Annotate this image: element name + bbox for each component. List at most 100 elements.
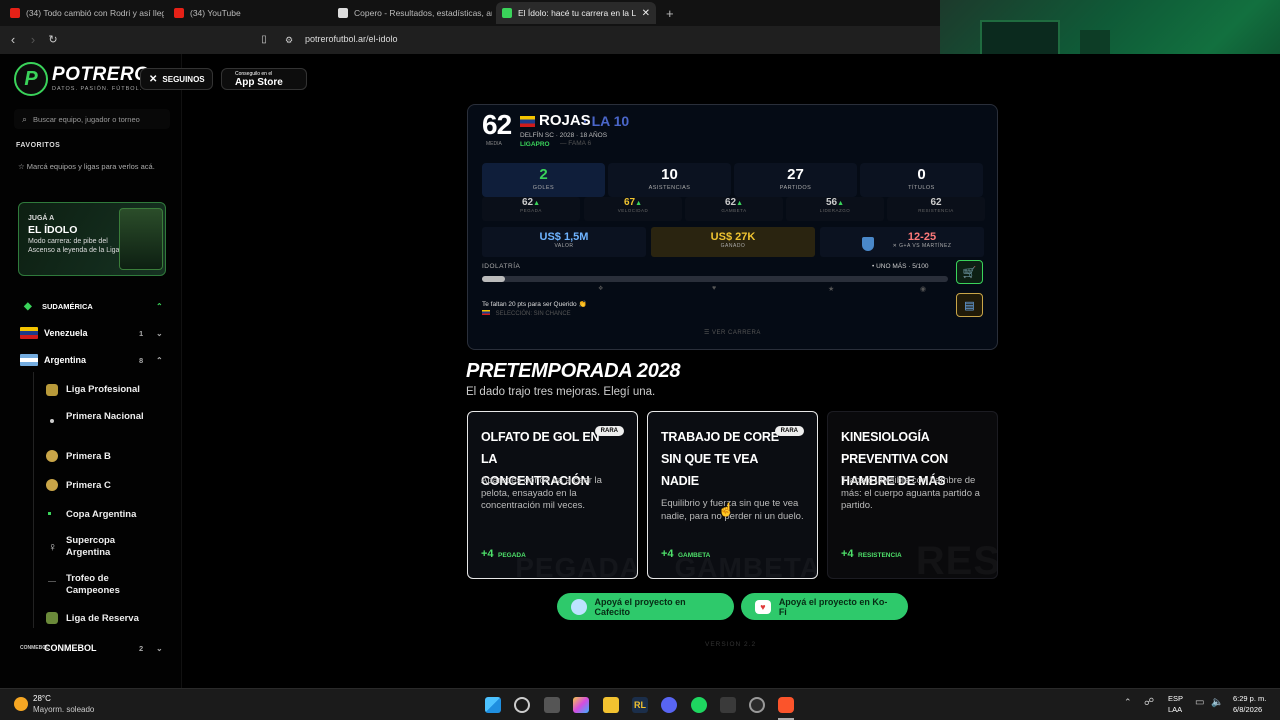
browser-tab-1[interactable]: (34) Todo cambió con Rodri y así lleg xyxy=(4,2,164,24)
shop-cart-button[interactable]: 🛒 xyxy=(956,260,983,284)
earned-amount: US$ 27K xyxy=(710,231,756,243)
store-icon[interactable] xyxy=(720,697,736,713)
milestone-4-icon: ◉ xyxy=(920,286,927,293)
arrow-up-icon: ▲ xyxy=(533,200,541,207)
option-desc: Trabajo invisible con hambre de más: el … xyxy=(841,475,980,511)
mouse-cursor-icon: ☝ xyxy=(718,502,735,517)
windows-start-icon[interactable] xyxy=(485,697,501,713)
file-explorer-icon[interactable] xyxy=(603,697,619,713)
promo-line2: EL ÍDOLO xyxy=(28,224,78,236)
bonus-value: +4 xyxy=(661,548,674,560)
browser-tab-3[interactable]: Copero - Resultados, estadísticas, an xyxy=(332,2,492,24)
region-conmebol[interactable]: CONMEBOL CONMEBOL 2 ⌄ xyxy=(0,637,182,659)
upgrade-option-2[interactable]: TRABAJO DE CORE SIN QUE TE VEA NADIE RAR… xyxy=(647,411,818,579)
search-input[interactable]: ⌕ Buscar equipo, jugador o torneo xyxy=(14,109,170,129)
back-icon[interactable]: ‹ xyxy=(5,32,21,48)
browser-tab-2[interactable]: (34) YouTube xyxy=(168,2,328,24)
chevron-up-icon: ⌃ xyxy=(156,301,163,311)
view-career-link[interactable]: ☰ VER CARRERA xyxy=(704,329,761,336)
copero-icon xyxy=(338,8,348,18)
weather-desc: Mayorm. soleado xyxy=(33,705,95,714)
version-label: VERSION 2.2 xyxy=(705,641,757,648)
country-count: 1 xyxy=(139,328,144,338)
app-store-button[interactable]: Conseguilo en el App Store xyxy=(221,68,307,90)
arrow-up-icon: ▲ xyxy=(736,200,744,207)
clock-time[interactable]: 6:29 p. m. xyxy=(1233,694,1266,703)
value-label: VALOR xyxy=(554,243,574,249)
country-venezuela[interactable]: Venezuela 1 ⌄ xyxy=(0,322,182,344)
country-argentina[interactable]: Argentina 8 ⌃ xyxy=(0,349,182,371)
league-shield-icon xyxy=(46,479,58,491)
stat-value: 27 xyxy=(787,166,804,183)
promo-line3: Modo carrera: de pibe del Ascenso a leye… xyxy=(28,238,120,254)
logo-text[interactable]: POTRERO xyxy=(52,64,149,86)
kofi-icon: ♥ xyxy=(755,599,771,614)
goal-note: Te faltan 20 pts para ser Querido 👏 xyxy=(482,301,587,308)
upgrade-option-1[interactable]: OLFATO DE GOL EN LA CONCENTRACIÓN RARA A… xyxy=(467,411,638,579)
idolo-promo-card[interactable]: JUGÁ A EL ÍDOLO Modo carrera: de pibe de… xyxy=(18,202,166,276)
attr-label: PEGADA xyxy=(520,208,542,213)
discord-icon[interactable] xyxy=(661,697,677,713)
cafecito-label: Apoyá el proyecto en Cafecito xyxy=(594,596,686,617)
steam-icon[interactable] xyxy=(749,697,765,713)
potrero-logo-icon[interactable]: P xyxy=(14,62,48,96)
country-name: Venezuela xyxy=(44,328,88,338)
chevron-up-icon[interactable]: ⌃ xyxy=(1124,697,1132,708)
player-earned-box: US$ 27K GANADO xyxy=(651,227,815,257)
argentina-flag-icon xyxy=(20,354,38,366)
copilot-icon[interactable] xyxy=(573,697,589,713)
region-sudamerica[interactable]: ◆ SUDAMÉRICA ⌃ xyxy=(0,295,182,317)
stat-label: GOLES xyxy=(532,185,555,191)
preseason-subtitle: El dado trajo tres mejoras. Elegí una. xyxy=(466,386,656,398)
stat-label: PARTIDOS xyxy=(779,185,812,191)
site-info-icon[interactable]: ⚙ xyxy=(281,32,297,48)
brave-browser-icon[interactable] xyxy=(778,697,794,713)
idolatria-progress-track xyxy=(482,276,948,282)
follow-button[interactable]: ✕ SEGUINOS xyxy=(140,68,213,90)
league-logo-icon xyxy=(46,612,58,624)
volume-icon[interactable]: 🔈 xyxy=(1211,697,1223,708)
selection-note: SELECCIÓN: SIN CHANCE xyxy=(482,310,571,317)
next-match-box: 12-25 ✕ G+A VS MARTÍNEZ xyxy=(820,227,984,257)
display-icon[interactable]: ▭ xyxy=(1195,697,1204,708)
kofi-label: Apoyá el proyecto en Ko-Fi xyxy=(778,596,888,617)
close-tab-icon[interactable]: ✕ xyxy=(642,8,650,19)
app-icon[interactable]: RL xyxy=(632,697,648,713)
url-field[interactable]: potrerofutbol.ar/el-idolo xyxy=(305,34,398,44)
lang-1[interactable]: ESP xyxy=(1168,694,1183,703)
bonus-value: +4 xyxy=(481,548,494,560)
option-desc: Aparecés donde va a caer la pelota, ensa… xyxy=(481,475,602,511)
appstore-big: App Store xyxy=(235,76,283,88)
cafecito-button[interactable]: Apoyá el proyecto en Cafecito xyxy=(557,593,734,620)
player-value-box: US$ 1,5M VALOR xyxy=(482,227,646,257)
player-position: · LA 10 xyxy=(583,113,630,129)
attr-velocidad: 67▲ VELOCIDAD xyxy=(584,197,682,221)
rarity-badge: RARA xyxy=(774,426,804,436)
search-icon[interactable] xyxy=(514,697,530,713)
chevron-down-icon: ⌄ xyxy=(156,328,163,338)
bonus-stat: PEGADA xyxy=(498,552,526,559)
network-icon[interactable]: ☍ xyxy=(1144,697,1154,708)
browser-tab-active[interactable]: El Ídolo: hacé tu carrera en la Lig ✕ xyxy=(496,2,656,24)
selection-text: SELECCIÓN: SIN CHANCE xyxy=(495,311,571,317)
upgrade-option-3[interactable]: KINESIOLOGÍA PREVENTIVA CON HAMBRE DE MÁ… xyxy=(827,411,998,579)
clock-date[interactable]: 6/8/2026 xyxy=(1233,705,1262,714)
bookmark-icon[interactable]: ▯ xyxy=(256,32,272,48)
league-dot-icon xyxy=(48,512,51,515)
task-view-icon[interactable] xyxy=(544,697,560,713)
lang-2[interactable]: LAA xyxy=(1168,705,1182,714)
attr-label: VELOCIDAD xyxy=(617,208,649,213)
star-icon: ★ xyxy=(828,286,835,293)
spotify-icon[interactable] xyxy=(691,697,707,713)
new-tab-button[interactable]: + xyxy=(660,2,680,24)
windows-taskbar: 28°C Mayorm. soleado RL ⌃ ☍ ESP LAA ▭ 🔈 … xyxy=(0,688,1280,720)
notebook-button[interactable]: ▤ xyxy=(956,293,983,317)
notebook-icon: ▤ xyxy=(964,299,975,312)
heart-icon: ♥ xyxy=(712,285,717,292)
stat-matches: 27 PARTIDOS xyxy=(734,163,857,197)
attr-label: GAMBETA xyxy=(721,208,747,213)
forward-icon[interactable]: › xyxy=(25,32,41,48)
search-placeholder: Buscar equipo, jugador o torneo xyxy=(33,114,140,124)
kofi-button[interactable]: ♥ Apoyá el proyecto en Ko-Fi xyxy=(741,593,908,620)
reload-icon[interactable]: ↻ xyxy=(45,32,61,48)
